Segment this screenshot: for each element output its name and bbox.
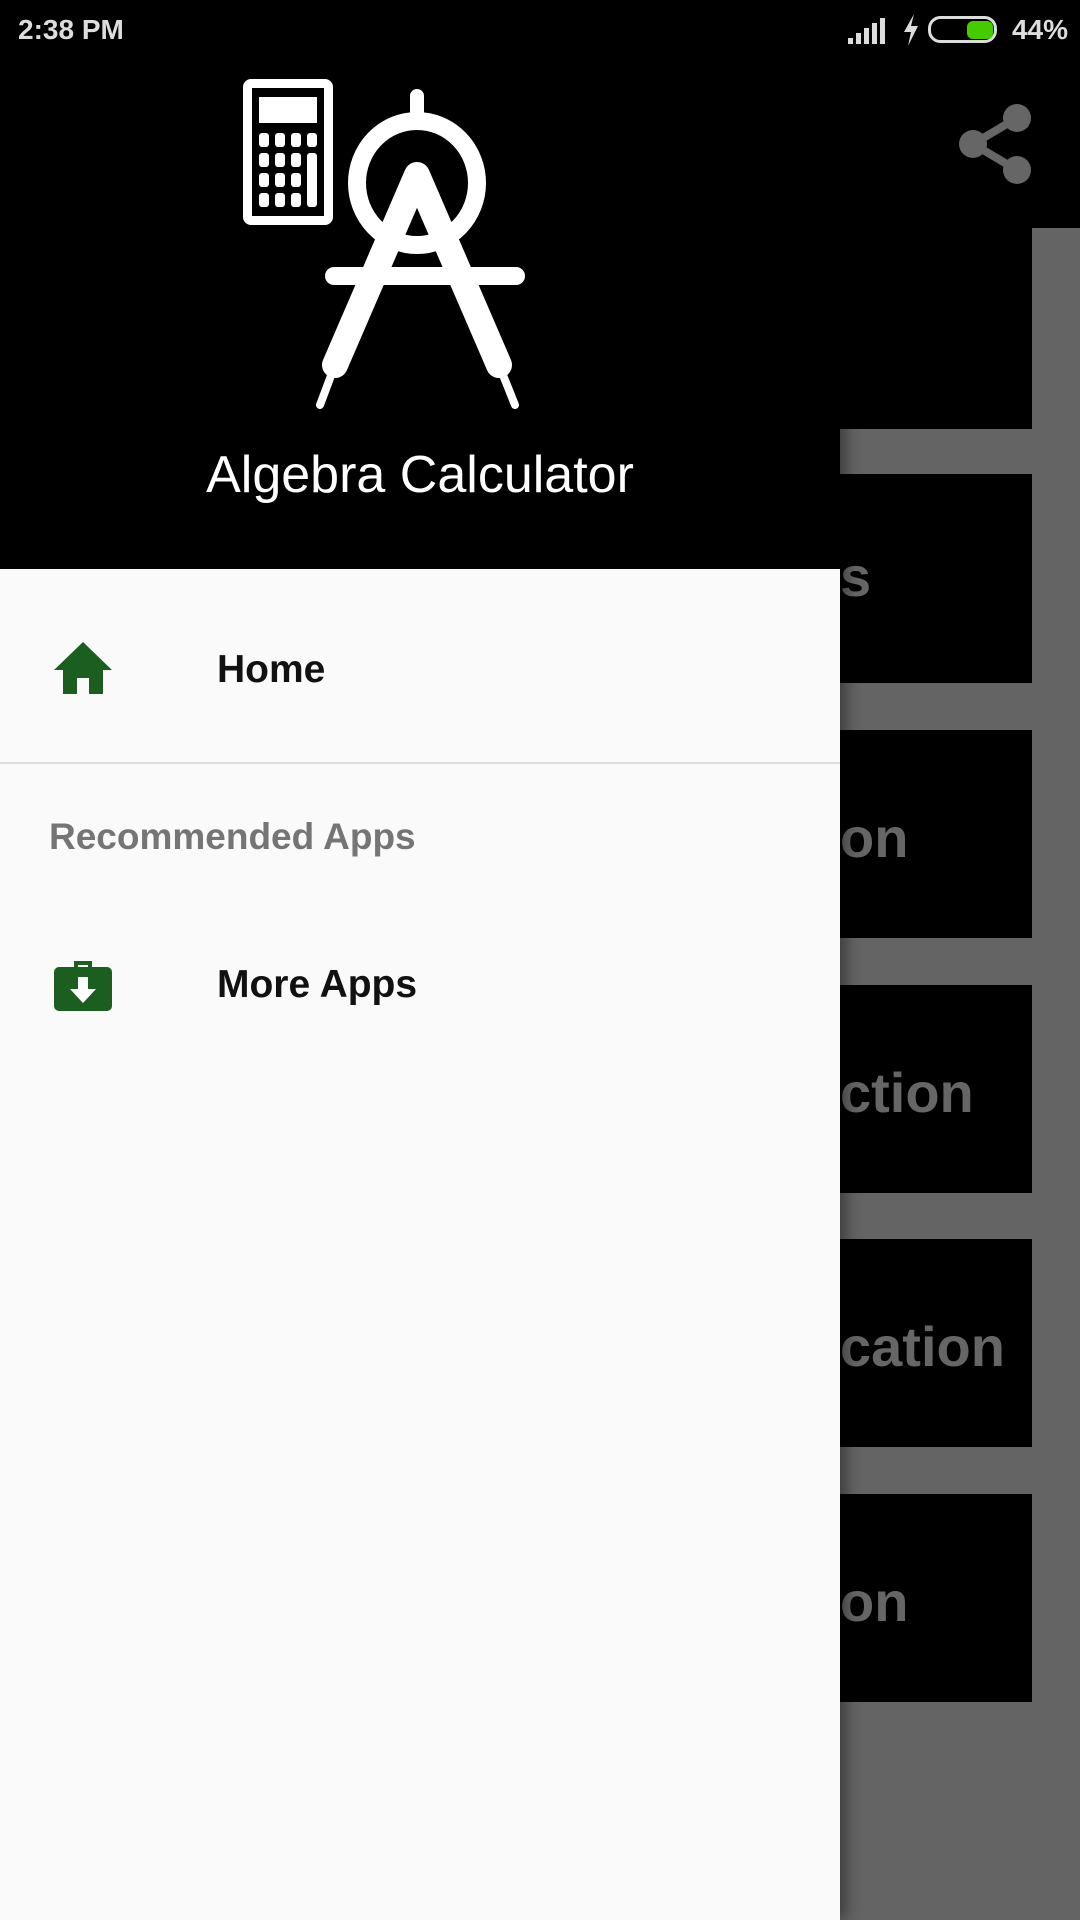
drawer-item-label: More Apps	[217, 963, 418, 1006]
signal-icon	[848, 18, 885, 44]
drawer-item-home[interactable]: Home	[0, 603, 840, 733]
status-time: 2:38 PM	[18, 14, 124, 45]
battery-percent: 44%	[1011, 14, 1068, 45]
navigation-drawer: Algebra Calculator Home Recommended Apps…	[0, 0, 840, 1920]
drawer-header: Algebra Calculator	[0, 0, 840, 569]
share-icon[interactable]	[955, 102, 1035, 186]
status-bar: 2:38 PM 44%	[0, 0, 1080, 60]
charging-icon	[904, 14, 918, 46]
drawer-item-label: Home	[217, 648, 326, 691]
calculator-compass-logo	[243, 79, 525, 409]
home-icon	[54, 642, 112, 694]
drawer-item-more-apps[interactable]: More Apps	[0, 918, 840, 1048]
download-briefcase-icon	[54, 961, 112, 1011]
drawer-divider	[0, 762, 840, 764]
app-title: Algebra Calculator	[206, 446, 634, 504]
battery-icon	[928, 16, 997, 43]
section-title: Recommended Apps	[49, 816, 416, 857]
